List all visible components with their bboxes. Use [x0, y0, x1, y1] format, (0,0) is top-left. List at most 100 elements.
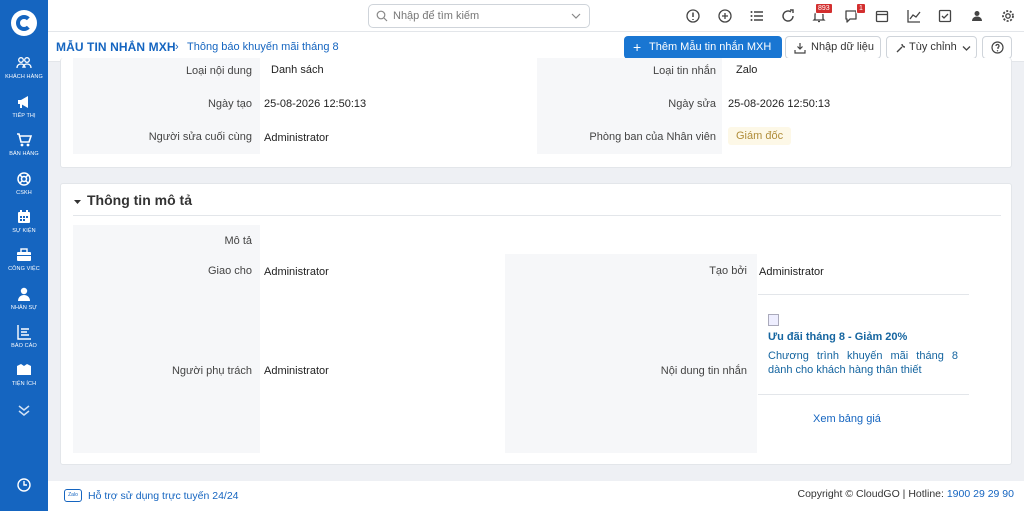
utilities-icon — [17, 364, 31, 375]
department-tag: Giám đốc — [728, 127, 792, 145]
search-input[interactable] — [393, 7, 563, 25]
gear-icon[interactable] — [1001, 9, 1015, 23]
history-button[interactable] — [0, 477, 48, 493]
assigned-to-label: Giao cho — [207, 265, 252, 277]
created-by-value: Administrator — [759, 266, 824, 278]
content-type-value: Danh sách — [271, 64, 324, 76]
person-icon — [18, 287, 30, 301]
list-icon[interactable] — [750, 9, 764, 23]
double-chevron-down-icon — [18, 405, 30, 416]
label-column-bg — [73, 225, 260, 453]
import-data-label: Nhập dữ liệu — [811, 41, 875, 53]
megaphone-icon — [18, 96, 28, 108]
task-check-icon[interactable] — [938, 9, 952, 23]
sidebar: KHÁCH HÀNG TIẾP THỊ BÁN HÀNG CSKH SỰ KIỆ… — [0, 0, 48, 511]
content-divider-top — [758, 294, 969, 295]
add-circle-icon[interactable] — [718, 9, 732, 23]
sidebar-item-customers[interactable]: KHÁCH HÀNG — [0, 55, 48, 81]
chevron-down-icon — [962, 46, 971, 51]
sidebar-item-reports[interactable]: BÁO CÁO — [0, 324, 48, 350]
details-panel: Loại nội dung Danh sách Loại tin nhắn Za… — [60, 58, 1012, 168]
report-icon — [17, 325, 31, 340]
notification-badge: 893 — [815, 3, 833, 14]
help-button[interactable] — [982, 36, 1012, 59]
sidebar-item-label: CÔNG VIỆC — [8, 266, 40, 272]
cart-icon — [17, 133, 32, 147]
clock-icon — [17, 478, 31, 492]
sidebar-item-label: BÁO CÁO — [11, 343, 37, 349]
sidebar-item-label: BÁN HÀNG — [9, 151, 39, 157]
last-modified-by-value: Administrator — [264, 132, 329, 144]
sidebar-item-marketing[interactable]: TIẾP THỊ — [0, 94, 48, 120]
sidebar-item-label: TIỆN ÍCH — [11, 381, 37, 387]
chevron-down-icon[interactable] — [571, 11, 581, 21]
sidebar-item-label: NHÂN SỰ — [10, 305, 38, 311]
global-search[interactable] — [368, 4, 590, 28]
calendar-icon[interactable] — [875, 9, 889, 23]
zalo-icon[interactable]: Zalo — [64, 489, 82, 502]
price-list-link[interactable]: Xem bảng giá — [813, 413, 881, 425]
modified-time-label: Ngày sửa — [668, 98, 716, 110]
chart-icon[interactable] — [907, 9, 921, 23]
breadcrumb-record[interactable]: Thông báo khuyến mãi tháng 8 — [187, 41, 339, 53]
app-logo-icon[interactable] — [11, 10, 37, 36]
user-icon[interactable] — [970, 9, 984, 23]
content-divider-bottom — [758, 394, 969, 395]
assigned-to-value: Administrator — [264, 266, 329, 278]
customize-button[interactable]: Tùy chỉnh — [886, 36, 977, 59]
message-type-value: Zalo — [736, 64, 758, 76]
modified-time-value: 25-08-2026 12:50:13 — [728, 98, 831, 110]
support-link[interactable]: Hỗ trợ sử dụng trực tuyến 24/24 — [88, 490, 239, 502]
created-time-value: 25-08-2026 12:50:13 — [264, 98, 367, 110]
plus-icon: + — [633, 39, 642, 55]
info-icon[interactable] — [686, 9, 700, 23]
created-by-label: Tạo bởi — [709, 265, 747, 277]
section-title[interactable]: Thông tin mô tả — [87, 192, 192, 208]
topbar: 893 1 — [48, 0, 1024, 32]
owner-label: Người phụ trách — [171, 365, 252, 377]
owner-value: Administrator — [264, 365, 329, 377]
sidebar-item-label: SỰ KIỆN — [12, 228, 36, 234]
import-icon — [794, 43, 806, 54]
department-label: Phòng ban của Nhân viên — [589, 131, 716, 143]
refresh-icon[interactable] — [781, 9, 795, 23]
import-data-button[interactable]: Nhập dữ liệu — [785, 36, 881, 59]
hotline-link[interactable]: 1900 29 29 90 — [947, 488, 1014, 500]
content-type-label: Loại nội dung — [185, 65, 252, 77]
briefcase-icon — [17, 248, 31, 261]
description-panel: Thông tin mô tả Mô tả Giao cho Administr… — [60, 183, 1012, 465]
footer: Zalo Hỗ trợ sử dụng trực tuyến 24/24 Cop… — [48, 481, 1024, 511]
add-template-button[interactable]: + Thêm Mẫu tin nhắn MXH — [624, 36, 782, 59]
calendar-icon — [18, 210, 30, 223]
help-icon — [991, 41, 1004, 54]
sidebar-item-cskh[interactable]: CSKH — [0, 171, 48, 197]
module-title[interactable]: MẪU TIN NHẮN MXH — [56, 40, 176, 54]
caret-down-icon[interactable] — [73, 197, 82, 206]
add-template-label: Thêm Mẫu tin nhắn MXH — [649, 41, 772, 53]
sidebar-item-utilities[interactable]: TIỆN ÍCH — [0, 362, 48, 388]
copyright: Copyright © CloudGO | Hotline: 1900 29 2… — [797, 488, 1014, 500]
lifebuoy-icon — [17, 172, 31, 186]
users-icon — [16, 57, 32, 69]
label-column-bg — [505, 254, 757, 453]
customize-label: Tùy chỉnh — [909, 41, 957, 53]
chat-badge: 1 — [856, 3, 866, 14]
promo-body: Chương trình khuyến mãi tháng 8 dành cho… — [768, 350, 958, 376]
broken-image-icon — [768, 314, 779, 326]
sidebar-item-hr[interactable]: NHÂN SỰ — [0, 286, 48, 312]
sidebar-item-sales[interactable]: BÁN HÀNG — [0, 132, 48, 158]
sidebar-item-events[interactable]: SỰ KIỆN — [0, 209, 48, 235]
sidebar-item-label: TIẾP THỊ — [12, 113, 36, 119]
last-modified-by-label: Người sửa cuối cùng — [148, 131, 252, 143]
section-divider — [73, 215, 1001, 216]
copyright-text: Copyright © CloudGO | Hotline: — [797, 488, 947, 500]
sidebar-item-tasks[interactable]: CÔNG VIỆC — [0, 247, 48, 273]
description-label: Mô tả — [224, 235, 252, 247]
sidebar-expand-button[interactable] — [0, 402, 48, 418]
sidebar-item-label: CSKH — [16, 190, 32, 196]
message-content-label: Nội dung tin nhắn — [660, 365, 747, 377]
message-type-label: Loại tin nhắn — [653, 65, 716, 77]
wrench-icon — [896, 43, 906, 53]
search-icon — [376, 10, 388, 22]
created-time-label: Ngày tạo — [207, 98, 252, 110]
